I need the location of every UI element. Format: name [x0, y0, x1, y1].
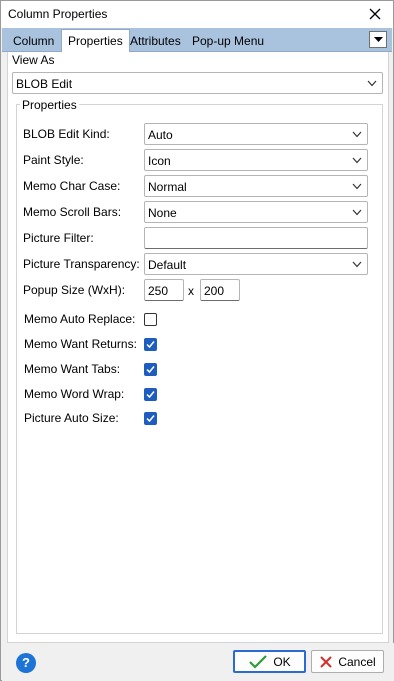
tab-label: Properties [68, 34, 123, 48]
cancel-button-label: Cancel [338, 654, 376, 669]
paint-style-value: Icon [148, 154, 171, 168]
properties-group-title: Properties [20, 98, 79, 112]
popup-size-separator: x [188, 284, 194, 298]
chevron-down-icon [352, 131, 362, 138]
picture-transparency-label: Picture Transparency: [23, 257, 140, 271]
memo-char-case-select[interactable]: Normal [144, 175, 368, 197]
checkmark-icon [146, 415, 155, 423]
tab-label: Column [13, 34, 55, 48]
popup-height-input[interactable]: 200 [200, 279, 240, 301]
title-bar: Column Properties [1, 1, 393, 28]
dialog-footer: ? OK Cancel [2, 643, 394, 681]
close-icon [320, 655, 333, 668]
checkmark-icon [146, 366, 155, 374]
column-properties-window: Column Properties Column Properties Attr… [0, 0, 394, 681]
memo-want-returns-checkbox[interactable] [144, 338, 157, 351]
memo-char-case-label: Memo Char Case: [23, 179, 121, 193]
tab-column[interactable]: Column [7, 30, 60, 52]
close-button[interactable] [363, 3, 387, 25]
chevron-down-icon [373, 36, 383, 42]
picture-filter-input[interactable] [144, 227, 368, 249]
memo-scroll-bars-label: Memo Scroll Bars: [23, 205, 122, 219]
checkmark-icon [146, 341, 155, 349]
cancel-button[interactable]: Cancel [311, 650, 384, 673]
memo-auto-replace-label: Memo Auto Replace: [24, 312, 136, 326]
memo-word-wrap-label: Memo Word Wrap: [24, 387, 125, 401]
chevron-down-icon [367, 80, 377, 87]
picture-transparency-value: Default [148, 258, 187, 272]
tab-attributes[interactable]: Attributes [124, 30, 187, 52]
chevron-down-icon [352, 183, 362, 190]
window-title: Column Properties [8, 7, 108, 21]
tab-strip: Column Properties Attributes Pop-up Menu [2, 28, 392, 53]
memo-char-case-value: Normal [148, 180, 187, 194]
paint-style-label: Paint Style: [23, 153, 84, 167]
tab-label: Pop-up Menu [192, 34, 265, 48]
view-as-label: View As [12, 53, 55, 67]
tab-label: Attributes [130, 34, 181, 48]
memo-want-returns-label: Memo Want Returns: [24, 337, 137, 351]
properties-panel: View As BLOB Edit Properties BLOB Edit K… [7, 52, 389, 643]
popup-width-value: 250 [148, 284, 169, 298]
ok-button-label: OK [273, 654, 291, 669]
memo-scroll-bars-value: None [148, 206, 177, 220]
blob-edit-kind-value: Auto [148, 128, 173, 142]
view-as-value: BLOB Edit [16, 77, 73, 91]
memo-scroll-bars-select[interactable]: None [144, 201, 368, 223]
popup-size-label: Popup Size (WxH): [23, 283, 126, 297]
memo-word-wrap-checkbox[interactable] [144, 388, 157, 401]
view-as-select[interactable]: BLOB Edit [12, 72, 383, 94]
chevron-down-icon [352, 261, 362, 268]
tab-properties[interactable]: Properties [61, 29, 130, 53]
close-icon [369, 8, 381, 20]
blob-edit-kind-label: BLOB Edit Kind: [23, 127, 110, 141]
picture-filter-label: Picture Filter: [23, 231, 94, 245]
checkmark-icon [146, 391, 155, 399]
chevron-down-icon [352, 209, 362, 216]
tab-list-dropdown-button[interactable] [369, 31, 387, 48]
blob-edit-kind-select[interactable]: Auto [144, 123, 368, 145]
memo-auto-replace-checkbox[interactable] [144, 313, 157, 326]
paint-style-select[interactable]: Icon [144, 149, 368, 171]
tab-popup-menu[interactable]: Pop-up Menu [186, 30, 270, 52]
picture-transparency-select[interactable]: Default [144, 253, 368, 275]
memo-want-tabs-checkbox[interactable] [144, 363, 157, 376]
chevron-down-icon [352, 157, 362, 164]
checkmark-icon [249, 654, 268, 669]
popup-width-input[interactable]: 250 [144, 279, 184, 301]
popup-height-value: 200 [204, 284, 225, 298]
ok-button[interactable]: OK [233, 650, 306, 673]
help-icon[interactable]: ? [16, 653, 36, 673]
picture-auto-size-checkbox[interactable] [144, 412, 157, 425]
memo-want-tabs-label: Memo Want Tabs: [24, 362, 121, 376]
picture-auto-size-label: Picture Auto Size: [24, 411, 119, 425]
